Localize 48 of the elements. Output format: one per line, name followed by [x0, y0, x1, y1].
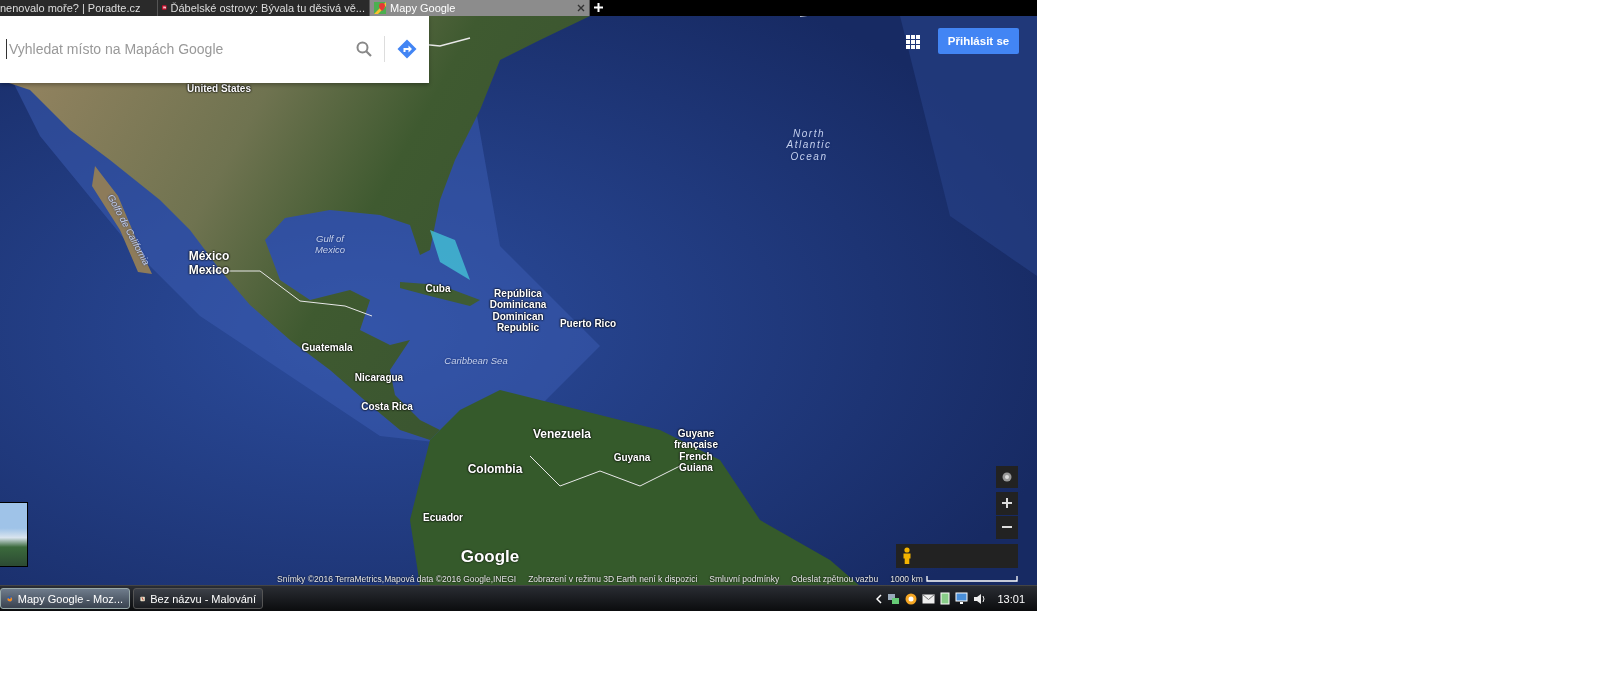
network-icon[interactable] [887, 592, 901, 605]
battery-icon[interactable] [940, 592, 951, 605]
apps-grid-icon[interactable] [906, 34, 920, 49]
monitor-icon[interactable] [955, 592, 969, 605]
country-label: Venezuela [533, 428, 591, 442]
clock[interactable]: 13:01 [997, 592, 1025, 605]
country-label: República Dominicana Dominican Republic [489, 287, 547, 334]
country-label: Colombia [467, 463, 523, 477]
location-icon [1002, 471, 1012, 482]
scale-label: 1000 km [890, 574, 923, 585]
country-label: Guyane française French Guiana [674, 427, 718, 474]
country-label: Cuba [425, 283, 451, 295]
close-icon[interactable] [577, 4, 585, 12]
speaker-icon[interactable] [973, 592, 987, 605]
country-label: Guatemala [301, 342, 353, 354]
mail-icon[interactable] [922, 593, 936, 604]
sea-label: Caribbean Sea [444, 355, 508, 367]
country-label: Puerto Rico [559, 318, 617, 330]
sign-in-button[interactable]: Přihlásit se [938, 27, 1019, 54]
country-label: México Mexico [188, 250, 230, 278]
map-pin-icon [374, 2, 386, 14]
zoom-out-button[interactable] [996, 515, 1018, 539]
search-icon[interactable] [356, 41, 372, 58]
copyright-text: Snímky ©2016 TerraMetrics,Mapová data ©2016 Google,INEGI [277, 574, 517, 585]
country-label: United States [187, 83, 251, 95]
taskbar-button[interactable]: Mapy Google - Moz... [0, 588, 130, 609]
browser-tab[interactable]: Ďábelské ostrovy: Bývala tu děsivá vě... [158, 0, 370, 16]
map-footer-link[interactable]: Odeslat zpětnou vazbu [791, 574, 879, 585]
ocean-label: North Atlantic Ocean [786, 127, 832, 163]
taskbar-button[interactable]: Bez názvu - Malování [133, 588, 263, 609]
earth-view-thumbnail[interactable] [0, 501, 28, 567]
plus-icon [1002, 498, 1012, 509]
country-label: Ecuador [423, 512, 463, 524]
zoom-in-button[interactable] [996, 491, 1018, 515]
map-logo: Google [460, 546, 520, 567]
chevron-left-icon[interactable] [876, 593, 883, 604]
map-footer-link[interactable]: Zobrazení v režimu 3D Earth není k dispozici [528, 574, 698, 585]
sea-label: Gulf of Mexico [314, 234, 346, 256]
browser-tab[interactable]: nenovalo moře? | Poradte.cz [0, 0, 158, 16]
my-location-button[interactable] [996, 465, 1018, 488]
search-field[interactable]: Vyhledat místo na Mapách Google [6, 39, 344, 60]
map-footer-link[interactable]: Smluvní podmínky [709, 574, 780, 585]
directions-icon[interactable] [397, 39, 417, 60]
scale-bar-icon [925, 576, 1018, 583]
new-tab-icon[interactable] [594, 3, 603, 13]
tray-app-icon[interactable] [905, 592, 918, 605]
country-label: Guyana [613, 452, 651, 464]
pegman-icon[interactable] [902, 547, 912, 565]
